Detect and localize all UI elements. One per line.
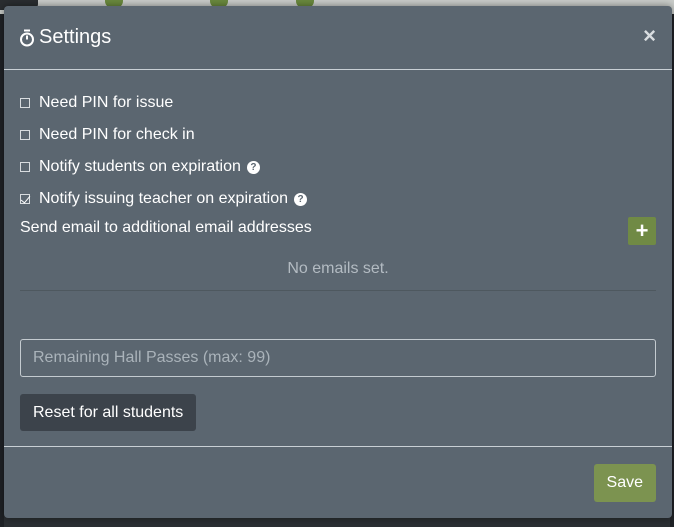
stopwatch-icon bbox=[20, 29, 34, 46]
section-divider bbox=[20, 290, 656, 291]
notify-teacher-checkbox[interactable] bbox=[20, 194, 30, 204]
option-label: Need PIN for check in bbox=[39, 126, 195, 143]
help-icon[interactable]: ? bbox=[294, 192, 308, 206]
option-notify-teacher[interactable]: Notify issuing teacher on expiration ? bbox=[20, 190, 308, 208]
reset-for-all-students-button[interactable]: Reset for all students bbox=[20, 394, 197, 431]
save-button[interactable]: Save bbox=[593, 464, 656, 502]
no-emails-text: No emails set. bbox=[287, 260, 389, 277]
option-label: Notify issuing teacher on expiration bbox=[39, 190, 289, 207]
modal-title-wrap: Settings bbox=[18, 26, 111, 49]
option-notify-students[interactable]: Notify students on expiration ? bbox=[20, 158, 260, 176]
close-button[interactable]: × bbox=[643, 25, 656, 47]
add-email-button[interactable]: + bbox=[628, 217, 656, 245]
option-label: Notify students on expiration bbox=[39, 158, 241, 175]
modal-footer: Save bbox=[4, 446, 672, 519]
additional-emails-label: Send email to additional email addresses bbox=[20, 219, 312, 236]
remaining-hall-passes-input[interactable] bbox=[20, 339, 656, 377]
modal-header: Settings × bbox=[4, 6, 672, 70]
notify-students-checkbox[interactable] bbox=[20, 162, 30, 172]
settings-modal: Settings × Need PIN for issue Need PIN f… bbox=[4, 6, 672, 518]
need-pin-check-in-checkbox[interactable] bbox=[20, 130, 30, 140]
option-label: Need PIN for issue bbox=[39, 94, 174, 111]
help-icon[interactable]: ? bbox=[246, 160, 260, 174]
option-need-pin-check-in[interactable]: Need PIN for check in bbox=[20, 126, 195, 144]
option-need-pin-issue[interactable]: Need PIN for issue bbox=[20, 94, 173, 112]
modal-title: Settings bbox=[39, 26, 112, 48]
need-pin-issue-checkbox[interactable] bbox=[20, 98, 30, 108]
